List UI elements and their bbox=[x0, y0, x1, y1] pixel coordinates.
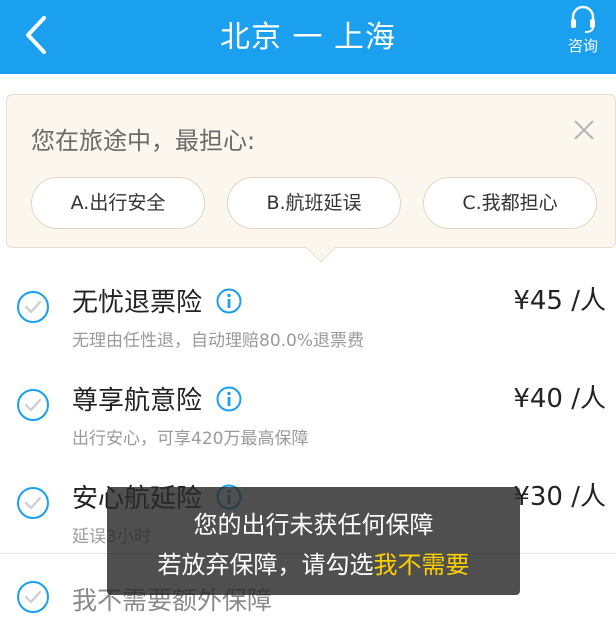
survey-option-both[interactable]: C.我都担心 bbox=[423, 177, 597, 229]
toast-highlight: 我不需要 bbox=[373, 551, 470, 579]
close-icon[interactable] bbox=[571, 117, 597, 143]
check-circle-icon[interactable] bbox=[16, 580, 50, 614]
consult-button[interactable]: 咨询 bbox=[558, 4, 608, 56]
check-circle-icon[interactable] bbox=[16, 486, 50, 520]
survey-option-safety[interactable]: A.出行安全 bbox=[31, 177, 205, 229]
insurance-price: ¥45 /人 bbox=[513, 286, 606, 316]
survey-option-delay[interactable]: B.航班延误 bbox=[227, 177, 401, 229]
survey-question: 您在旅途中，最担心: bbox=[31, 127, 256, 155]
insurance-name: 无忧退票险 bbox=[72, 288, 203, 318]
insurance-desc: 出行安心，可享420万最高保障 bbox=[72, 429, 309, 449]
check-circle-icon[interactable] bbox=[16, 388, 50, 422]
check-circle-icon[interactable] bbox=[16, 290, 50, 324]
worry-survey-card: 您在旅途中，最担心: A.出行安全 B.航班延误 C.我都担心 bbox=[6, 94, 616, 248]
toast-instruction-text: 若放弃保障，请勾选 bbox=[157, 551, 374, 579]
survey-pointer bbox=[306, 247, 336, 263]
route-title: 北京 一 上海 bbox=[219, 20, 397, 55]
headset-icon bbox=[571, 5, 595, 33]
consult-label: 咨询 bbox=[567, 37, 598, 55]
toast-instruction: 若放弃保障，请勾选我不需要 bbox=[107, 545, 520, 580]
info-icon[interactable] bbox=[216, 386, 242, 412]
toast-message: 您的出行未获任何保障 bbox=[193, 511, 434, 539]
insurance-price: ¥40 /人 bbox=[513, 384, 606, 414]
insurance-price: ¥30 /人 bbox=[513, 482, 606, 512]
warning-toast: 您的出行未获任何保障 若放弃保障，请勾选我不需要 bbox=[107, 487, 520, 595]
insurance-name: 尊享航意险 bbox=[72, 386, 203, 416]
header-bar: 北京 一 上海 咨询 bbox=[0, 0, 616, 74]
info-icon[interactable] bbox=[216, 288, 242, 314]
insurance-row-refund[interactable]: 无忧退票险 ¥45 /人 无理由任性退，自动理赔80.0%退票费 bbox=[0, 266, 616, 364]
insurance-row-accident[interactable]: 尊享航意险 ¥40 /人 出行安心，可享420万最高保障 bbox=[0, 364, 616, 462]
insurance-desc: 无理由任性退，自动理赔80.0%退票费 bbox=[72, 331, 365, 351]
